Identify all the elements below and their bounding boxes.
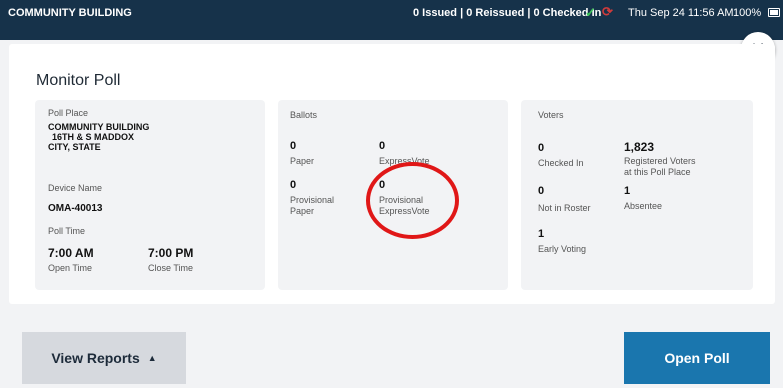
provisional-paper-value: 0 (290, 179, 297, 191)
open-poll-button[interactable]: Open Poll (624, 332, 770, 384)
status-bar: COMMUNITY BUILDING 0 Issued | 0 Reissued… (0, 0, 783, 40)
address-line-3: CITY, STATE (48, 142, 101, 152)
early-voting-value: 1 (538, 228, 545, 240)
ballots-heading: Ballots (290, 110, 318, 120)
expressvote-value: 0 (379, 140, 386, 152)
absentee-label: Absentee (624, 201, 663, 211)
caret-up-icon: ▲ (147, 353, 157, 363)
battery-icon (768, 8, 780, 17)
check-icon: ✓ (585, 5, 596, 20)
address-line-1: COMMUNITY BUILDING (48, 122, 150, 132)
provisional-paper-label: Provisional (290, 195, 335, 205)
close-time-label: Close Time (148, 263, 194, 273)
open-time-value: 7:00 AM (48, 246, 94, 260)
sync-icon: ⟳ (602, 4, 613, 19)
open-time-label: Open Time (48, 263, 93, 273)
page-title: Monitor Poll (36, 72, 121, 89)
datetime: Thu Sep 24 11:56 AM (628, 7, 734, 19)
view-reports-label: View Reports (51, 350, 140, 366)
checked-in-value: 0 (538, 142, 545, 154)
address-line-2: 16TH & S MADDOX (52, 132, 135, 142)
device-name-label: Device Name (48, 183, 103, 193)
paper-value: 0 (290, 140, 297, 152)
not-in-roster-value: 0 (538, 185, 545, 197)
battery-percent: 100% (733, 7, 762, 19)
not-in-roster-label: Not in Roster (538, 203, 591, 213)
annotation-circle (366, 162, 459, 239)
view-reports-button[interactable]: View Reports ▲ (22, 332, 186, 384)
poll-place-heading: Poll Place (48, 108, 89, 118)
provisional-paper-label-2: Paper (290, 206, 315, 216)
registered-voters-label: Registered Voters (624, 156, 696, 166)
early-voting-label: Early Voting (538, 244, 587, 254)
poll-time-label: Poll Time (48, 226, 86, 236)
device-name-value: OMA-40013 (48, 203, 103, 214)
ballot-counts: 0 Issued | 0 Reissued | 0 Checked In (413, 7, 602, 19)
paper-label: Paper (290, 156, 315, 166)
checked-in-label: Checked In (538, 158, 584, 168)
absentee-value: 1 (624, 185, 631, 197)
registered-voters-label-2: at this Poll Place (624, 167, 691, 177)
voters-heading: Voters (538, 110, 564, 120)
voters-card: Voters 0 Checked In 1,823 Registered Vot… (521, 100, 753, 290)
poll-place-card: Poll Place COMMUNITY BUILDING 16TH & S M… (35, 100, 265, 290)
close-time-value: 7:00 PM (148, 246, 194, 260)
registered-voters-value: 1,823 (624, 140, 655, 154)
site-name: COMMUNITY BUILDING (8, 7, 132, 19)
